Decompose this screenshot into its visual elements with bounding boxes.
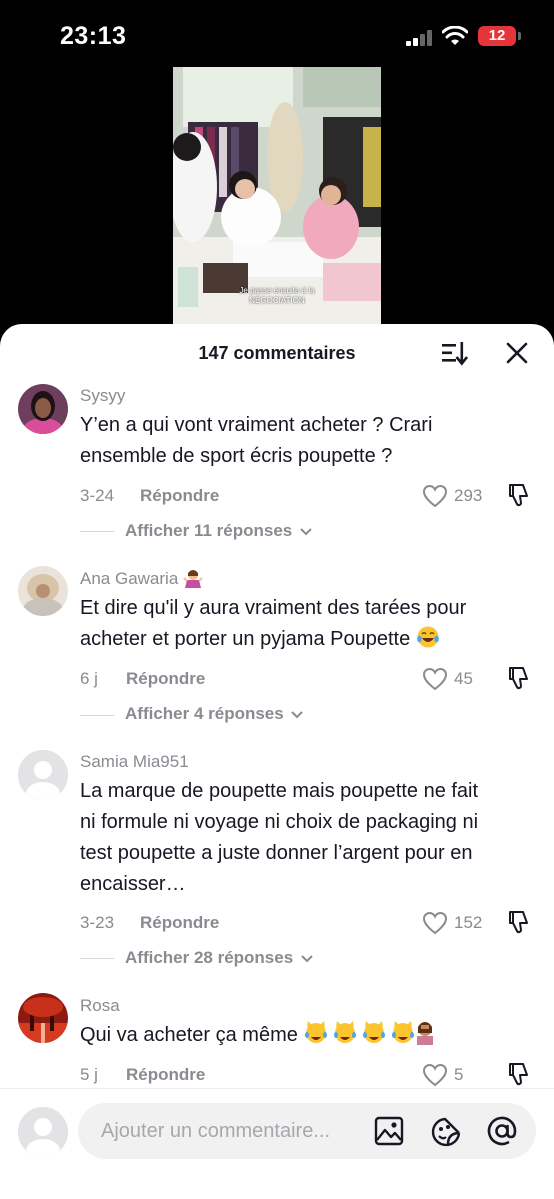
comment-text: Y’en a qui vont vraiment acheter ? Crari… <box>80 410 520 472</box>
heart-icon[interactable] <box>422 1063 448 1087</box>
comment-date: 5 j <box>80 1065 98 1084</box>
like-count: 152 <box>454 913 483 932</box>
close-icon[interactable] <box>505 341 529 365</box>
comment-date: 3-24 <box>80 486 115 505</box>
avatar[interactable] <box>18 993 68 1043</box>
image-icon[interactable] <box>374 1116 404 1146</box>
show-replies-label: Afficher 4 réponses <box>125 704 284 723</box>
my-avatar[interactable] <box>18 1107 68 1157</box>
wifi-icon <box>442 26 468 45</box>
like-count: 293 <box>454 486 483 505</box>
video-caption: Je passe ensuite à la NÉGOCIATION <box>173 286 381 306</box>
comment-input[interactable]: Ajouter un commentaire... <box>78 1103 536 1159</box>
comment-composer: Ajouter un commentaire... <box>0 1088 554 1199</box>
chevron-down-icon <box>291 710 304 718</box>
reply-button[interactable]: Répondre <box>140 913 219 933</box>
sheet-header: 147 commentaires <box>0 324 554 382</box>
crying-laughing-cats-and-facepalm-emoji-icon <box>305 1021 434 1045</box>
dislike-icon[interactable] <box>506 1061 532 1087</box>
comment-item: Ana Gawaria Et dire qu'il y aura vraimen… <box>0 564 554 744</box>
chevron-down-icon <box>300 527 312 535</box>
heart-icon[interactable] <box>422 911 448 935</box>
signal-icon <box>406 30 432 46</box>
sticker-icon[interactable] <box>430 1116 462 1148</box>
dislike-icon[interactable] <box>506 665 532 691</box>
comment-item: Sysyy Y’en a qui vont vraiment acheter ?… <box>0 380 554 560</box>
comment-username[interactable]: Sysyy <box>80 386 125 406</box>
comment-item: Samia Mia951 La marque de poupette mais … <box>0 748 554 988</box>
status-time: 23:13 <box>60 22 127 50</box>
avatar[interactable] <box>18 566 68 616</box>
comment-text-line-with-emoji: Qui va acheter ça même <box>80 1019 520 1051</box>
comment-text: Qui va acheter ça même <box>80 1019 520 1051</box>
comment-date: 3-23 <box>80 913 115 932</box>
comment-date: 6 j <box>80 669 98 688</box>
show-replies-link[interactable]: Afficher 28 réponses <box>125 948 313 968</box>
comment-text-line: Qui va acheter ça même <box>80 1024 298 1046</box>
sort-icon[interactable] <box>440 340 468 366</box>
reply-button[interactable]: Répondre <box>126 1065 205 1085</box>
default-avatar-image <box>18 1107 68 1157</box>
dislike-icon[interactable] <box>506 482 532 508</box>
heart-icon[interactable] <box>422 667 448 691</box>
show-replies-link[interactable]: Afficher 11 réponses <box>125 521 312 541</box>
comment-text: Et dire qu'il y aura vraiment des tarées… <box>80 593 520 655</box>
default-avatar-image <box>18 750 68 800</box>
comment-text-line: test poupette a juste donner l’argent po… <box>80 842 473 864</box>
video-caption-line-1: Je passe ensuite à la <box>239 286 315 295</box>
mention-icon[interactable] <box>486 1115 518 1147</box>
comment-text-line: acheter et porter un pyjama Poupette <box>80 628 411 650</box>
avatar[interactable] <box>18 750 68 800</box>
like-count: 5 <box>454 1065 464 1084</box>
avatar-image <box>18 993 68 1043</box>
tears-of-joy-emoji-icon <box>416 626 439 648</box>
comment-username-label: Ana Gawaria <box>80 569 179 588</box>
chevron-down-icon <box>301 954 313 962</box>
comment-input-placeholder: Ajouter un commentaire... <box>101 1120 330 1142</box>
heart-icon[interactable] <box>422 484 448 508</box>
person-shrugging-emoji-icon <box>183 570 203 588</box>
show-replies-label: Afficher 11 réponses <box>125 521 293 540</box>
comment-text-line: ni formule ni voyage ni choix de packagi… <box>80 811 479 833</box>
reply-button[interactable]: Répondre <box>126 669 205 689</box>
video-preview[interactable]: Je passe ensuite à la NÉGOCIATION <box>173 67 381 329</box>
comment-text: La marque de poupette mais poupette ne f… <box>80 776 520 900</box>
comment-text-line-with-emoji: acheter et porter un pyjama Poupette <box>80 624 520 655</box>
battery-cap <box>518 32 521 40</box>
comment-text-line: Et dire qu'il y aura vraiment des tarées… <box>80 597 467 619</box>
comment-username[interactable]: Ana Gawaria <box>80 568 203 589</box>
comment-text-line: ensemble de sport écris poupette ? <box>80 445 393 467</box>
comment-username[interactable]: Samia Mia951 <box>80 752 189 772</box>
comments-sheet: 147 commentaires Sysyy Y’en a qui vont v… <box>0 324 554 1199</box>
replies-divider <box>80 715 114 716</box>
replies-divider <box>80 958 114 959</box>
show-replies-link[interactable]: Afficher 4 réponses <box>125 704 304 724</box>
status-bar: 23:13 12 <box>0 0 554 70</box>
dislike-icon[interactable] <box>506 909 532 935</box>
video-caption-line-2: NÉGOCIATION <box>249 296 305 305</box>
like-count: 45 <box>454 669 473 688</box>
replies-divider <box>80 531 114 532</box>
avatar-image <box>18 566 68 616</box>
avatar-image <box>18 384 68 434</box>
show-replies-label: Afficher 28 réponses <box>125 948 294 967</box>
comment-text-line: La marque de poupette mais poupette ne f… <box>80 780 479 802</box>
comment-username[interactable]: Rosa <box>80 996 120 1016</box>
comment-item: Rosa Qui va acheter ça même 5 j Répondre… <box>0 990 554 1100</box>
comment-text-line: Y’en a qui vont vraiment acheter ? Crari <box>80 414 433 436</box>
comment-text-line: encaisser… <box>80 873 186 895</box>
avatar[interactable] <box>18 384 68 434</box>
comment-count: 147 commentaires <box>198 343 356 363</box>
battery-indicator: 12 <box>478 26 516 46</box>
reply-button[interactable]: Répondre <box>140 486 219 506</box>
